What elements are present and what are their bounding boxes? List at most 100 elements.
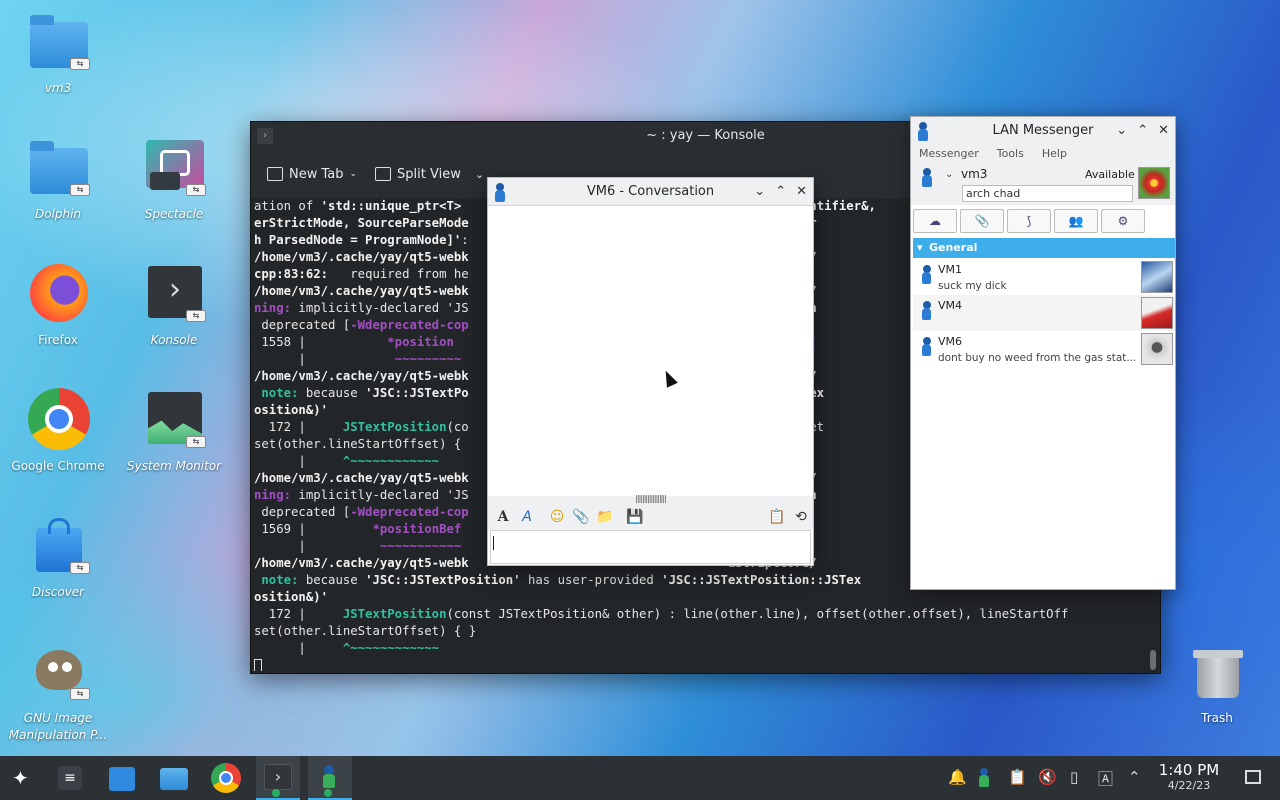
keyboard-layout-icon[interactable]: 🄰 (1098, 768, 1113, 789)
show-desktop-icon[interactable] (1245, 770, 1261, 784)
contact-item-vm4[interactable]: VM4 (913, 295, 1175, 331)
terminal-text: 1558 | (254, 335, 388, 349)
desktop-icon-label: Konsole (150, 333, 198, 347)
desktop-icon-spectacle[interactable]: ⇆ Spectacle (119, 136, 229, 223)
contact-status-icon (922, 265, 931, 284)
chevron-down-icon[interactable]: ⌄ (945, 169, 953, 180)
terminal-text: because (298, 386, 366, 400)
status-person-icon[interactable] (921, 168, 933, 190)
desktop-icon-label: Firefox (38, 333, 78, 347)
folder-icon (160, 768, 188, 790)
menu-messenger[interactable]: Messenger (919, 145, 979, 163)
desktop-icon-system-monitor[interactable]: ⇆ System Monitor (119, 388, 229, 475)
terminal-text: JSTextPosition (342, 607, 447, 621)
chevron-down-icon[interactable]: ⌄ (754, 178, 765, 206)
settings-button[interactable]: ⚙ (1101, 209, 1145, 233)
conversation-title: VM6 - Conversation (586, 184, 715, 199)
volume-muted-icon[interactable]: 🔇 (1038, 768, 1057, 786)
desktop-icon-gimp[interactable]: ⇆ GNU Image Manipulation P... (3, 640, 113, 744)
close-button[interactable]: ✕ (1158, 117, 1169, 145)
usb-device-icon[interactable]: ▯ (1070, 768, 1078, 786)
dolphin-taskbar-button[interactable] (152, 756, 196, 800)
text-caret (493, 536, 494, 550)
terminal-text: | (254, 539, 380, 553)
konsole-taskbar-button[interactable]: › (256, 756, 300, 800)
terminal-text: because (298, 573, 366, 587)
desktop-icon-chrome[interactable]: Google Chrome (3, 388, 113, 475)
terminal-text: 'std::unique_ptr<T> (320, 199, 469, 213)
terminal-text: JSTextPosition (342, 420, 447, 434)
send-file-button[interactable]: 📎 (960, 209, 1004, 233)
chrome-icon (26, 388, 90, 452)
clipboard-icon[interactable]: 📋 (768, 508, 786, 526)
chevron-up-icon[interactable]: ⌃ (1128, 768, 1141, 786)
message-input[interactable] (490, 530, 811, 564)
attach-file-icon[interactable]: 📎 (572, 508, 590, 526)
conversation-window[interactable]: VM6 - Conversation ⌄ ⌃ ✕ |||||||||||||||… (487, 177, 814, 566)
contact-name: VM1 (938, 263, 963, 276)
add-group-button[interactable]: 👥 (1054, 209, 1098, 233)
broadcast-button[interactable]: ⟆ (1007, 209, 1051, 233)
smiley-icon[interactable]: ☺ (548, 508, 566, 526)
lan-messenger-window[interactable]: LAN Messenger ⌄ ⌃ ✕ Messenger Tools Help… (910, 116, 1176, 590)
user-status[interactable]: Available (1085, 168, 1135, 181)
save-icon[interactable]: 💾 (626, 508, 644, 526)
terminal-text: /home/vm3/.cache/yay/qt5-webk (254, 250, 469, 264)
desktop-icon-vm3[interactable]: ⇆ vm3 (3, 10, 113, 97)
terminal-text: (co (446, 420, 469, 434)
desktop-icon-trash[interactable]: Trash (1162, 640, 1272, 727)
maximize-button[interactable]: ⌃ (775, 178, 786, 206)
terminal-scrollbar[interactable] (1150, 650, 1156, 670)
chat-room-button[interactable]: ☁ (913, 209, 957, 233)
terminal-text: deprecated [ (254, 505, 351, 519)
personal-note-field[interactable]: arch chad (962, 185, 1133, 202)
terminal-text: note: (254, 386, 299, 400)
discover-taskbar-button[interactable] (100, 756, 144, 800)
clock[interactable]: 1:40 PM 4/22/23 (1152, 762, 1226, 793)
user-avatar[interactable] (1138, 167, 1170, 199)
chevron-down-icon[interactable]: ⌄ (1116, 117, 1127, 145)
chevron-down-icon: ⌄ (474, 167, 485, 181)
settings-taskbar-button[interactable]: ≡ (48, 756, 92, 800)
desktop-icon-label: Google Chrome (11, 459, 105, 473)
new-tab-button[interactable]: New Tab ⌄ (267, 167, 357, 182)
send-folder-icon[interactable]: 📁 (596, 508, 614, 526)
clipboard-icon[interactable]: 📋 (1008, 768, 1027, 786)
font-color-icon[interactable]: A (518, 508, 536, 526)
desktop-icon-label: Dolphin (34, 207, 82, 221)
desktop-icon-dolphin[interactable]: ⇆ Dolphin (3, 136, 113, 223)
splitter-handle[interactable]: |||||||||||||||||| (488, 495, 813, 504)
maximize-button[interactable]: ⌃ (1137, 117, 1148, 145)
menu-help[interactable]: Help (1042, 145, 1067, 163)
lan-messenger-tray-icon[interactable] (978, 768, 992, 788)
chrome-taskbar-button[interactable] (204, 756, 248, 800)
conversation-titlebar[interactable]: VM6 - Conversation ⌄ ⌃ ✕ (488, 178, 813, 206)
terminal-text: 'JSC::JSTextPosition::JSTex (661, 573, 862, 587)
folder-icon: ⇆ (26, 136, 90, 200)
system-monitor-icon: ⇆ (142, 388, 206, 452)
desktop-icon-discover[interactable]: ⇆ Discover (3, 514, 113, 601)
folder-icon: ⇆ (26, 10, 90, 74)
terminal-text: set(other.lineStartOffset) { (254, 437, 462, 451)
desktop-icon-konsole[interactable]: › ⇆ Konsole (119, 262, 229, 349)
chevron-down-icon: ⌄ (349, 169, 358, 179)
notifications-icon[interactable]: 🔔 (948, 768, 967, 786)
lan-messenger-titlebar[interactable]: LAN Messenger ⌄ ⌃ ✕ (911, 117, 1175, 145)
desktop-icon-firefox[interactable]: Firefox (3, 262, 113, 349)
terminal-text: 172 | (254, 607, 343, 621)
contact-item-vm1[interactable]: VM1 suck my dick (913, 259, 1175, 295)
application-launcher-button[interactable]: ✦ (0, 756, 44, 800)
plus-badge-icon (272, 789, 280, 797)
group-header-general[interactable]: General (913, 238, 1175, 258)
menu-tools[interactable]: Tools (997, 145, 1024, 163)
clock-time: 1:40 PM (1158, 761, 1220, 779)
kde-menu-icon: ✦ (12, 766, 29, 790)
contact-item-vm6[interactable]: VM6 dont buy no weed from the gas stat..… (913, 331, 1175, 367)
split-view-button[interactable]: Split View ⌄ (375, 167, 484, 182)
terminal-text: ^~~~~~~~~~~~~ (342, 641, 440, 655)
font-icon[interactable]: A (494, 508, 512, 526)
lan-messenger-taskbar-button[interactable] (308, 756, 352, 800)
close-button[interactable]: ✕ (796, 178, 807, 206)
history-icon[interactable]: ⟲ (792, 508, 810, 526)
terminal-text: osition&)' (254, 590, 329, 604)
